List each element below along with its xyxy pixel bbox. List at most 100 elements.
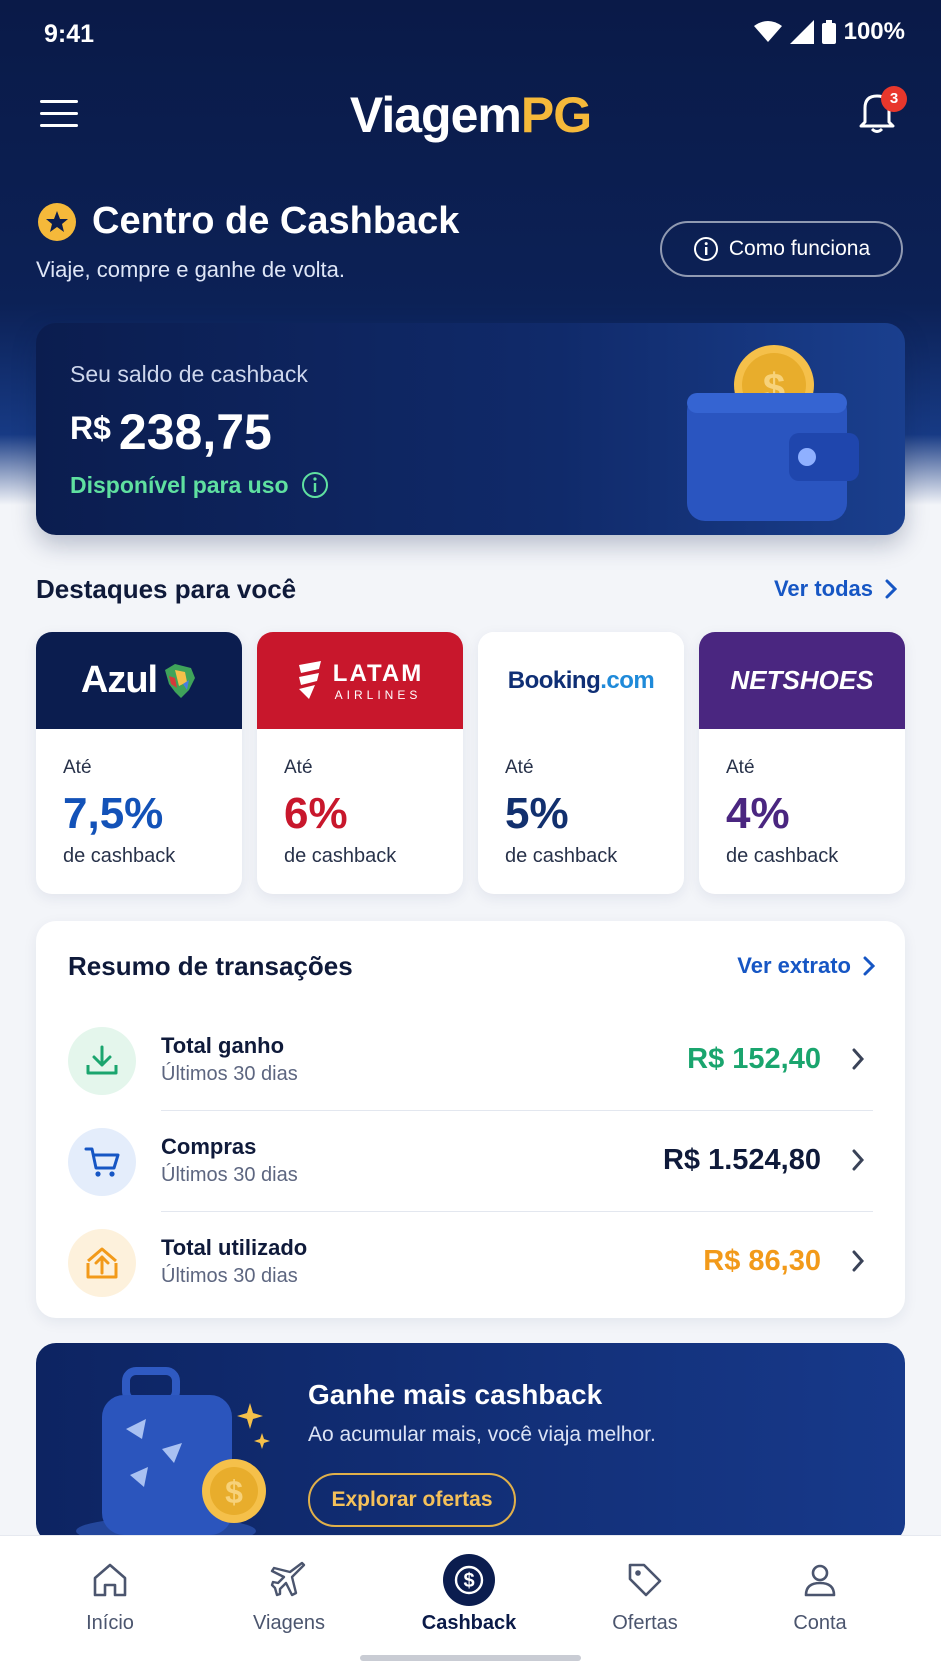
nav-item-account[interactable]: Conta xyxy=(760,1556,880,1635)
transaction-name: Total ganho xyxy=(161,1033,285,1058)
nav-item-trips[interactable]: Viagens xyxy=(229,1556,349,1635)
netshoes-wordmark: NETSHOES xyxy=(730,665,874,695)
page-title: Centro de Cashback xyxy=(36,200,636,243)
balance-status: Disponível para uso xyxy=(70,471,329,499)
dollar-icon: $ xyxy=(443,1554,495,1606)
explore-offers-button[interactable]: Explorar ofertas xyxy=(308,1473,516,1527)
promo-subtitle: Ao acumular mais, você viaja melhor. xyxy=(308,1423,656,1446)
info-icon xyxy=(693,237,718,261)
partner-rate: 6% xyxy=(284,789,348,838)
battery-icon xyxy=(821,20,836,44)
notification-badge: 3 xyxy=(881,86,907,112)
svg-text:$: $ xyxy=(225,1474,243,1510)
balance-status-text: Disponível para uso xyxy=(70,471,289,498)
cart-icon xyxy=(68,1128,136,1196)
chevron-right-icon xyxy=(885,579,897,599)
chevron-right-icon xyxy=(852,1149,865,1171)
partner-desc: de cashback xyxy=(63,845,176,867)
nav-item-home[interactable]: Início xyxy=(50,1556,170,1635)
partner-card-latam[interactable]: LATAM AIRLINES Até 6% de cashback xyxy=(257,632,463,894)
page-subtitle: Viaje, compre e ganhe de volta. xyxy=(36,257,346,282)
download-icon xyxy=(68,1027,136,1095)
battery-level: 100% xyxy=(843,18,905,45)
chevron-right-icon xyxy=(852,1048,865,1070)
suitcase-illustration: $ xyxy=(76,1367,270,1543)
logo-text-part2: PG xyxy=(520,87,592,143)
status-time: 9:41 xyxy=(44,20,95,48)
transaction-name: Total utilizado xyxy=(161,1235,308,1260)
status-bar: 9:41 100% xyxy=(0,0,941,70)
plane-icon xyxy=(270,1561,306,1597)
highlights-title: Destaques para você xyxy=(36,574,297,604)
user-icon xyxy=(804,1564,836,1597)
transaction-period: Últimos 30 dias xyxy=(161,1164,298,1186)
azul-map-icon xyxy=(165,663,196,698)
divider xyxy=(161,1211,873,1212)
tag-icon xyxy=(628,1563,662,1597)
booking-wordmark: Booking.com xyxy=(508,667,655,695)
partner-upto: Até xyxy=(726,757,755,778)
transaction-amount: R$ 86,30 xyxy=(703,1245,821,1277)
transaction-row-purchases[interactable]: Compras Últimos 30 dias R$ 1.524,80 xyxy=(68,1112,873,1212)
svg-text:$: $ xyxy=(463,1570,474,1592)
wallet-illustration: $ xyxy=(687,345,859,521)
booking-wordmark-part1: Booking xyxy=(507,666,601,694)
transaction-amount: R$ 152,40 xyxy=(687,1043,821,1075)
partner-rate: 4% xyxy=(726,789,790,838)
transaction-period: Últimos 30 dias xyxy=(161,1063,298,1085)
home-icon xyxy=(93,1563,127,1597)
section-header: Centro de Cashback Viaje, compre e ganhe… xyxy=(36,200,636,283)
transaction-row-used[interactable]: Total utilizado Últimos 30 dias R$ 86,30 xyxy=(68,1213,873,1313)
chevron-right-icon xyxy=(863,956,875,976)
see-all-link[interactable]: Ver todas xyxy=(774,576,897,602)
transaction-row-earned[interactable]: Total ganho Últimos 30 dias R$ 152,40 xyxy=(68,1011,873,1111)
partner-upto: Até xyxy=(505,757,534,778)
promo-banner: $ Ganhe mais cashback Ao acumular mais, … xyxy=(36,1343,905,1543)
how-it-works-label: Como funciona xyxy=(728,237,871,260)
chevron-right-icon xyxy=(852,1250,865,1272)
partner-card-booking[interactable]: Booking.com Até 5% de cashback xyxy=(478,632,684,894)
transactions-card: Resumo de transações Ver extrato Total g… xyxy=(36,921,905,1318)
divider xyxy=(161,1110,873,1111)
nav-item-offers[interactable]: Ofertas xyxy=(585,1556,705,1635)
see-all-label: Ver todas xyxy=(773,576,873,601)
partner-rate: 7,5% xyxy=(63,789,164,838)
partner-logo-booking: Booking.com xyxy=(478,632,684,729)
partner-card-netshoes[interactable]: NETSHOES Até 4% de cashback xyxy=(699,632,905,894)
balance-value: 238,75 xyxy=(118,404,272,460)
notifications-button[interactable]: 3 xyxy=(857,86,907,138)
app-header: ViagemPG 3 xyxy=(0,80,941,152)
transactions-title: Resumo de transações xyxy=(68,951,353,981)
balance-amount: R$ 238,75 xyxy=(70,403,272,461)
partner-desc: de cashback xyxy=(505,845,618,867)
home-indicator[interactable] xyxy=(360,1655,581,1661)
azul-wordmark: Azul xyxy=(80,659,158,701)
balance-currency: R$ xyxy=(70,410,111,446)
partner-upto: Até xyxy=(63,757,92,778)
transaction-name: Compras xyxy=(161,1134,257,1159)
latam-subwordmark: AIRLINES xyxy=(334,687,422,702)
balance-label: Seu saldo de cashback xyxy=(70,361,308,387)
partner-list: Azul Até 7,5% de cashback LATAM AIRLINES… xyxy=(36,632,905,894)
nav-label: Cashback xyxy=(421,1612,517,1634)
nav-label: Início xyxy=(86,1612,134,1634)
nav-item-cashback[interactable]: $ Cashback xyxy=(409,1554,529,1635)
wifi-icon xyxy=(753,21,782,42)
booking-wordmark-part2: .com xyxy=(600,666,655,694)
app-logo: ViagemPG xyxy=(0,86,941,144)
nav-label: Viagens xyxy=(253,1612,325,1634)
partner-desc: de cashback xyxy=(726,845,839,867)
promo-title: Ganhe mais cashback xyxy=(308,1379,603,1410)
how-it-works-button[interactable]: Como funciona xyxy=(660,221,903,277)
partner-logo-netshoes: NETSHOES xyxy=(699,632,905,729)
bottom-navigation: Início Viagens $ Cashback Ofertas Conta xyxy=(0,1535,941,1672)
statement-link[interactable]: Ver extrato xyxy=(737,953,875,979)
transaction-period: Últimos 30 dias xyxy=(161,1265,298,1287)
partner-card-azul[interactable]: Azul Até 7,5% de cashback xyxy=(36,632,242,894)
partner-logo-latam: LATAM AIRLINES xyxy=(257,632,463,729)
star-badge-icon xyxy=(38,202,76,241)
statement-link-label: Ver extrato xyxy=(737,953,851,978)
status-info-icon[interactable] xyxy=(301,471,329,499)
upload-icon xyxy=(68,1229,136,1297)
nav-label: Ofertas xyxy=(612,1612,678,1634)
